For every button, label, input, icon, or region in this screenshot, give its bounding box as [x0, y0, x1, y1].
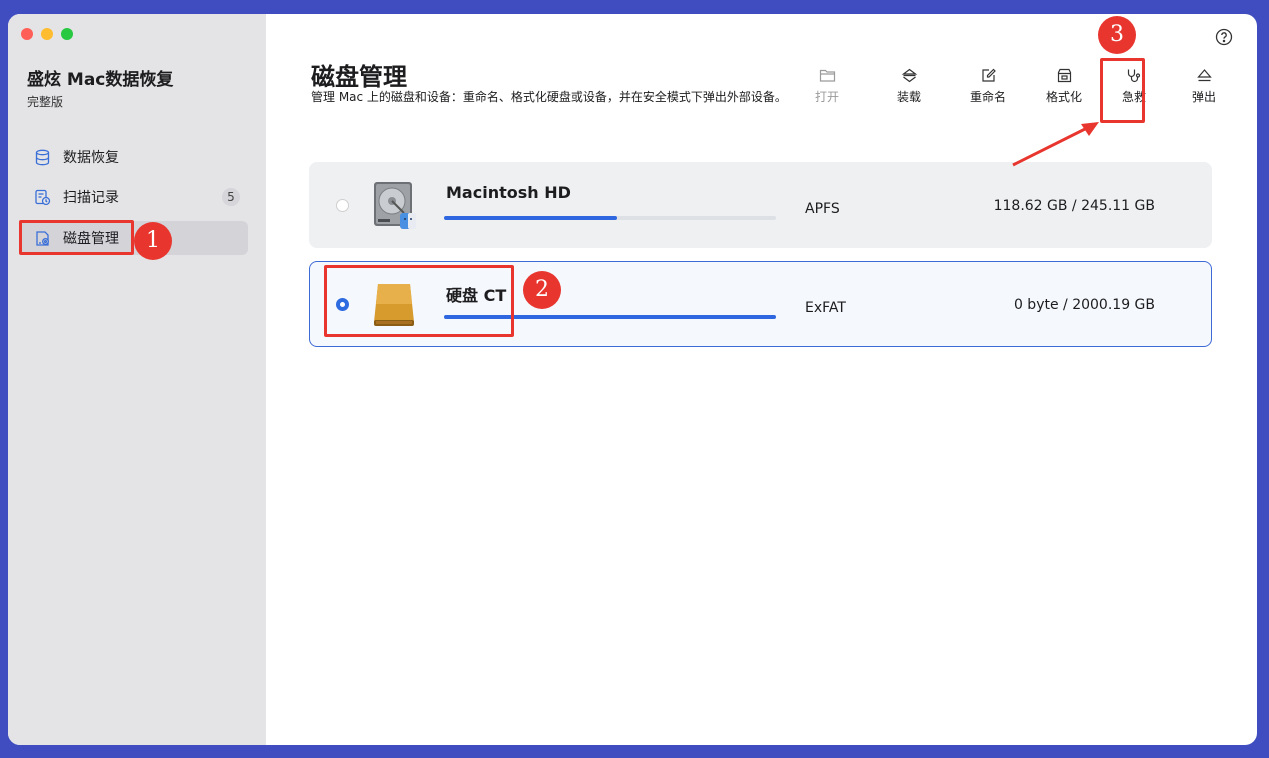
- annotation-arrow: [1012, 122, 1099, 167]
- disk-filesystem: ExFAT: [805, 300, 846, 316]
- annotation-highlight-disk: [324, 265, 514, 337]
- app-title: 盛炫 Mac数据恢复: [27, 70, 174, 90]
- disk-usage-bar: [444, 216, 776, 220]
- rename-icon: [981, 68, 996, 82]
- format-icon: [1057, 68, 1071, 83]
- history-icon: [33, 188, 51, 206]
- disk-name: Macintosh HD: [446, 183, 571, 202]
- count-badge: 5: [222, 188, 240, 206]
- disk-select-radio[interactable]: [336, 199, 349, 212]
- mount-icon: [901, 68, 917, 83]
- page-description: 管理 Mac 上的磁盘和设备：重命名、格式化硬盘或设备，并在安全模式下弹出外部设…: [311, 90, 787, 104]
- folder-icon: [819, 69, 835, 82]
- eject-button[interactable]: 弹出: [1176, 68, 1232, 114]
- annotation-step-3: 3: [1098, 16, 1136, 54]
- disk-filesystem: APFS: [805, 201, 840, 217]
- toolbar-label: 重命名: [969, 90, 1006, 104]
- zoom-window-button[interactable]: [61, 28, 73, 40]
- internal-drive-icon: [374, 182, 416, 229]
- app-edition: 完整版: [27, 95, 64, 109]
- sidebar-item-label: 数据恢复: [63, 150, 119, 166]
- database-icon: [33, 148, 51, 166]
- sidebar-item-data-recovery[interactable]: 数据恢复: [20, 140, 248, 174]
- format-button[interactable]: 格式化: [1036, 68, 1092, 114]
- page-title: 磁盘管理: [311, 63, 407, 91]
- toolbar-label: 打开: [814, 90, 839, 104]
- disk-size: 0 byte / 2000.19 GB: [1013, 297, 1155, 313]
- annotation-step-2: 2: [523, 271, 561, 309]
- main-content: 磁盘管理 管理 Mac 上的磁盘和设备：重命名、格式化硬盘或设备，并在安全模式下…: [266, 14, 1257, 745]
- annotation-step-1: 1: [134, 222, 172, 260]
- minimize-window-button[interactable]: [41, 28, 53, 40]
- mount-button[interactable]: 装载: [881, 68, 937, 114]
- eject-icon: [1196, 69, 1212, 82]
- sidebar-item-scan-history[interactable]: 扫描记录 5: [20, 180, 248, 214]
- open-button[interactable]: 打开: [799, 68, 855, 114]
- toolbar-label: 弹出: [1191, 90, 1216, 104]
- close-window-button[interactable]: [21, 28, 33, 40]
- disk-size: 118.62 GB / 245.11 GB: [993, 198, 1155, 214]
- sidebar-item-label: 扫描记录: [63, 190, 119, 206]
- disk-usage-fill: [444, 216, 617, 220]
- sidebar: 盛炫 Mac数据恢复 完整版 数据恢复 扫描记录 5 磁盘管理: [8, 14, 266, 745]
- annotation-highlight-first-aid: [1100, 58, 1145, 123]
- toolbar-label: 装载: [896, 90, 921, 104]
- help-icon[interactable]: [1215, 28, 1233, 46]
- annotation-highlight-sidebar: [19, 220, 134, 255]
- disk-row[interactable]: Macintosh HD APFS 118.62 GB / 245.11 GB: [309, 162, 1212, 248]
- toolbar-label: 格式化: [1045, 90, 1082, 104]
- rename-button[interactable]: 重命名: [960, 68, 1016, 114]
